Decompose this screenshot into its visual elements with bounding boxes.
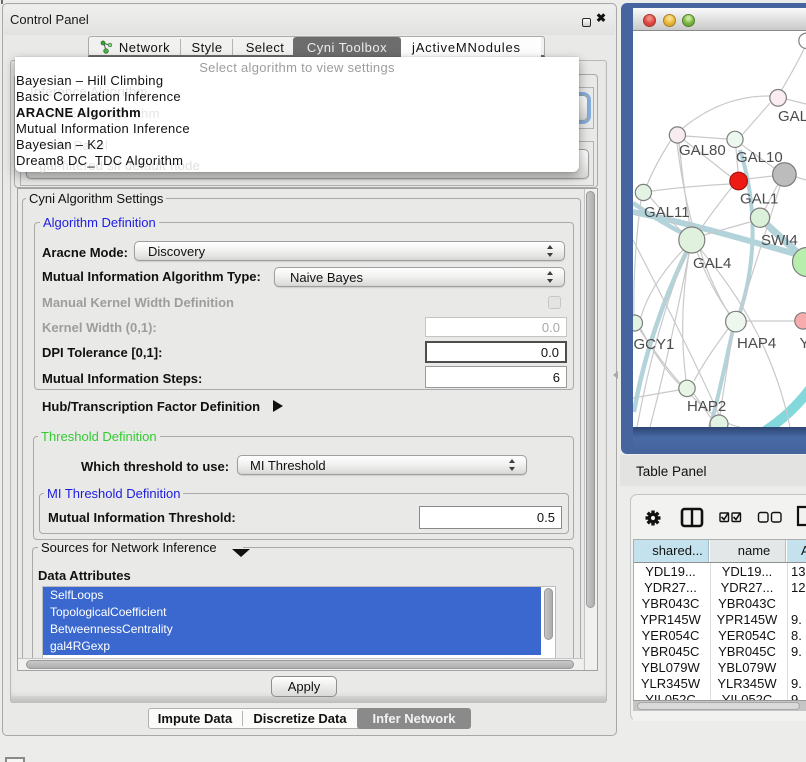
svg-text:GAL4: GAL4 [693,255,731,272]
svg-text:GCY1: GCY1 [634,336,675,353]
svg-text:GAL80: GAL80 [679,142,726,159]
svg-text:HAP2: HAP2 [687,398,726,415]
svg-text:Y: Y [800,335,806,352]
svg-text:GAL1: GAL1 [740,191,778,208]
svg-text:HAP4: HAP4 [737,335,776,352]
svg-text:GAL11: GAL11 [644,204,690,221]
svg-text:GAL10: GAL10 [736,149,783,166]
svg-text:GAL2: GAL2 [778,108,806,125]
svg-text:SWI4: SWI4 [761,232,798,249]
